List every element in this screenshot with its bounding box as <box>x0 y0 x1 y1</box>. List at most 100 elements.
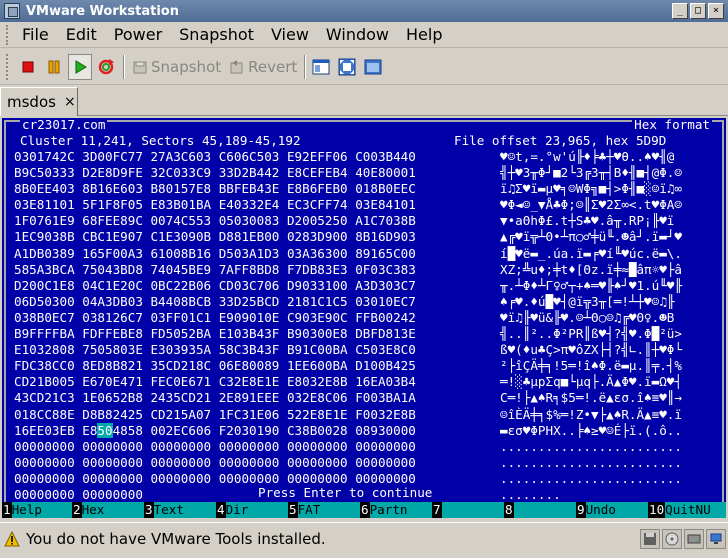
status-bar: You do not have VMware Tools installed. <box>0 522 728 554</box>
vm-console[interactable]: cr23017.com Hex format Cluster 11,241, S… <box>2 118 726 518</box>
vmware-app-icon <box>4 3 20 19</box>
tab-label: msdos <box>7 93 56 111</box>
cdrom-icon[interactable] <box>662 529 682 549</box>
menu-window[interactable]: Window <box>320 25 400 44</box>
window-controls: _ □ × <box>672 3 724 19</box>
ascii-row: ♥Φ◄☺_▼Å♣Φ;☺║Σ♥2Σ∞<.t♥ΦA☺ <box>500 197 682 213</box>
hex-row: E1032808 7505803E E303935A 58C3B43F B91C… <box>14 342 416 358</box>
ascii-row: ▼•aΘhΦ£.t┼S♣♥.â╥.RP¡╟♥ï <box>500 213 675 229</box>
fkey-number: 3 <box>144 502 154 518</box>
ascii-row: ╥.┴Φ♦┴Γ♀♂┬+♠═♥╟♠┘♥1.ú╙♥╟ <box>500 277 682 293</box>
fkey-label: Dir <box>225 502 288 518</box>
ascii-row: ╣..║²..Φ²PR║ß♥┤?╣♥.Φ█²ü> <box>500 326 682 342</box>
hex-row: 00000000 00000000 00000000 00000000 0000… <box>14 438 416 454</box>
fkey-number: 10 <box>648 502 666 518</box>
device-tray <box>640 529 726 549</box>
fkey-number: 5 <box>288 502 298 518</box>
maximize-icon[interactable]: □ <box>690 3 706 19</box>
suspend-button[interactable] <box>42 54 66 80</box>
ascii-row: ß♥(♦u♣Ç>π♥ôZX├┤?╣∟.║┼♥Φ└ <box>500 342 682 358</box>
fkey-7[interactable]: 7 <box>432 502 504 518</box>
cluster-info: Cluster 11,241, Sectors 45,189-45,192 <box>20 133 301 148</box>
pause-icon <box>48 60 60 73</box>
close-icon[interactable]: × <box>708 3 724 19</box>
quick-switch-button[interactable] <box>309 54 333 80</box>
harddisk-icon[interactable] <box>684 529 704 549</box>
full-screen-button[interactable] <box>335 54 359 80</box>
hex-row: FDC38CC0 8ED8B821 35CD218C 06E80089 1EE6… <box>14 358 416 374</box>
fkey-2[interactable]: 2 Hex <box>72 502 144 518</box>
function-key-bar: 1 Help 2 Hex 3 Text 4 Dir 5 FAT 6 Partn 7 8 9 Undo 10 Qui… <box>2 502 726 518</box>
vm-tab-strip: msdos × <box>0 86 728 116</box>
hex-row: B9FFFFBA FDFFEBE8 FD5052BA E103B43F B903… <box>14 326 416 342</box>
fkey-number: 6 <box>360 502 370 518</box>
fkey-9[interactable]: 9 Undo <box>576 502 648 518</box>
stop-icon <box>22 61 34 72</box>
fkey-5[interactable]: 5 FAT <box>288 502 360 518</box>
hex-row: 8B0EE403 8B16E603 B80157E8 BBFEB43E E8B6… <box>14 181 416 197</box>
fkey-label <box>513 502 576 518</box>
fkey-label: Help <box>11 502 72 518</box>
menubar-grip[interactable] <box>6 24 12 45</box>
fkey-1[interactable]: 1 Help <box>2 502 72 518</box>
floppy-icon[interactable] <box>640 529 660 549</box>
menu-edit[interactable]: Edit <box>60 25 108 44</box>
fkey-6[interactable]: 6 Partn <box>360 502 432 518</box>
fkey-3[interactable]: 3 Text <box>144 502 216 518</box>
ascii-row: XZ;╩u♦;╪t♦[Θz.ï╪≈█âπ☼♥├â <box>500 261 682 277</box>
ascii-row: ........................ <box>500 438 682 454</box>
menu-file[interactable]: File <box>16 25 60 44</box>
hex-row: CD21B005 E670E471 FEC0E671 C32E8E1E E803… <box>14 374 416 390</box>
snapshot-icon <box>133 61 147 73</box>
hex-row: 0301742C 3D00FC77 27A3C603 C606C503 E92E… <box>14 149 416 164</box>
ascii-row: í█♥ë▬_.úa.ï▬╒♥í╙♥úc.ë▬\. <box>500 245 682 261</box>
hex-row: 16EE03EB E8504858 002EC606 F2030190 C38B… <box>14 422 416 438</box>
hex-row: 1EC9038B CBC1E907 C1E3090B D881EB00 0283… <box>14 229 416 245</box>
hex-row: 585A3BCA 75043BD8 74045BE9 7AFF8BD8 F7DB… <box>14 261 416 277</box>
network-icon[interactable] <box>706 529 726 549</box>
ascii-row: ╣┼♥3╥Φ┘■2└3╔3╥┤B♦╢■┤@Φ.☺ <box>500 165 682 181</box>
hex-row: 018CC88E D8B82425 CD215A07 1FC31E06 522E… <box>14 406 416 422</box>
offset-info: File offset 23,965, hex 5D9D <box>454 133 667 148</box>
title-bar: VMware Workstation _ □ × <box>0 0 728 22</box>
revert-button[interactable]: Revert <box>225 54 301 80</box>
quick-switch-icon <box>312 59 330 74</box>
menu-power[interactable]: Power <box>108 25 173 44</box>
reset-icon <box>98 58 114 74</box>
fkey-number: 1 <box>2 502 12 518</box>
tab-msdos[interactable]: msdos × <box>0 87 78 116</box>
continue-prompt: Press Enter to continue <box>258 485 433 500</box>
ascii-row: ♥☺t,=.°w'ú╟♦╞♣┼♥θ..♠♥╢@ <box>500 149 675 164</box>
menu-snapshot[interactable]: Snapshot <box>173 25 265 44</box>
console-host: cr23017.com <box>20 118 108 134</box>
hex-row: 43CD21C3 1E0652B8 2435CD21 2E891EEE 032E… <box>14 390 416 406</box>
ascii-row: ........................ <box>500 470 682 486</box>
menu-help[interactable]: Help <box>400 25 453 44</box>
snapshot-button[interactable]: Snapshot <box>128 54 225 80</box>
menu-view[interactable]: View <box>265 25 320 44</box>
fkey-number: 4 <box>216 502 226 518</box>
fkey-10[interactable]: 10 QuitNU <box>648 502 726 518</box>
tab-close-icon[interactable]: × <box>64 94 76 110</box>
summary-view-button[interactable] <box>361 54 385 80</box>
status-message: You do not have VMware Tools installed. <box>26 529 326 548</box>
ascii-dump: ♥☺t,=.°w'ú╟♦╞♣┼♥θ..♠♥╢@ ╣┼♥3╥Φ┘■2└3╔3╥┤B♦… <box>500 149 682 503</box>
warning-icon <box>4 530 20 546</box>
ascii-row: ♥ï♫╟♥ü&╟♥.☺┴Θ○☺♫╔♥Θ♀.☻B <box>500 309 675 325</box>
window-title: VMware Workstation <box>26 3 179 19</box>
hex-row: A1DB0389 165F00A3 61008B16 D503A1D3 03A3… <box>14 245 416 261</box>
revert-label: Revert <box>248 57 298 76</box>
power-off-button[interactable] <box>16 54 40 80</box>
ascii-row: ²├îÇÄ╪╕!5═!î♠Φ.ë▬µ.║╤.┤% <box>500 358 682 374</box>
fkey-number: 8 <box>504 502 514 518</box>
reset-button[interactable] <box>94 54 118 80</box>
edit-cursor: 50 <box>97 422 113 438</box>
power-on-button[interactable] <box>68 53 92 80</box>
ascii-row: C═!├▲♠R╕$5═!.ë▲εσ.î♠≡♥║→ <box>500 390 682 406</box>
hex-row: 038B0EC7 038126C7 03FF01C1 E909010E C903… <box>14 309 416 325</box>
toolbar-grip[interactable] <box>6 53 12 80</box>
fkey-8[interactable]: 8 <box>504 502 576 518</box>
minimize-icon[interactable]: _ <box>672 3 688 19</box>
fkey-4[interactable]: 4 Dir <box>216 502 288 518</box>
play-icon <box>75 59 87 74</box>
